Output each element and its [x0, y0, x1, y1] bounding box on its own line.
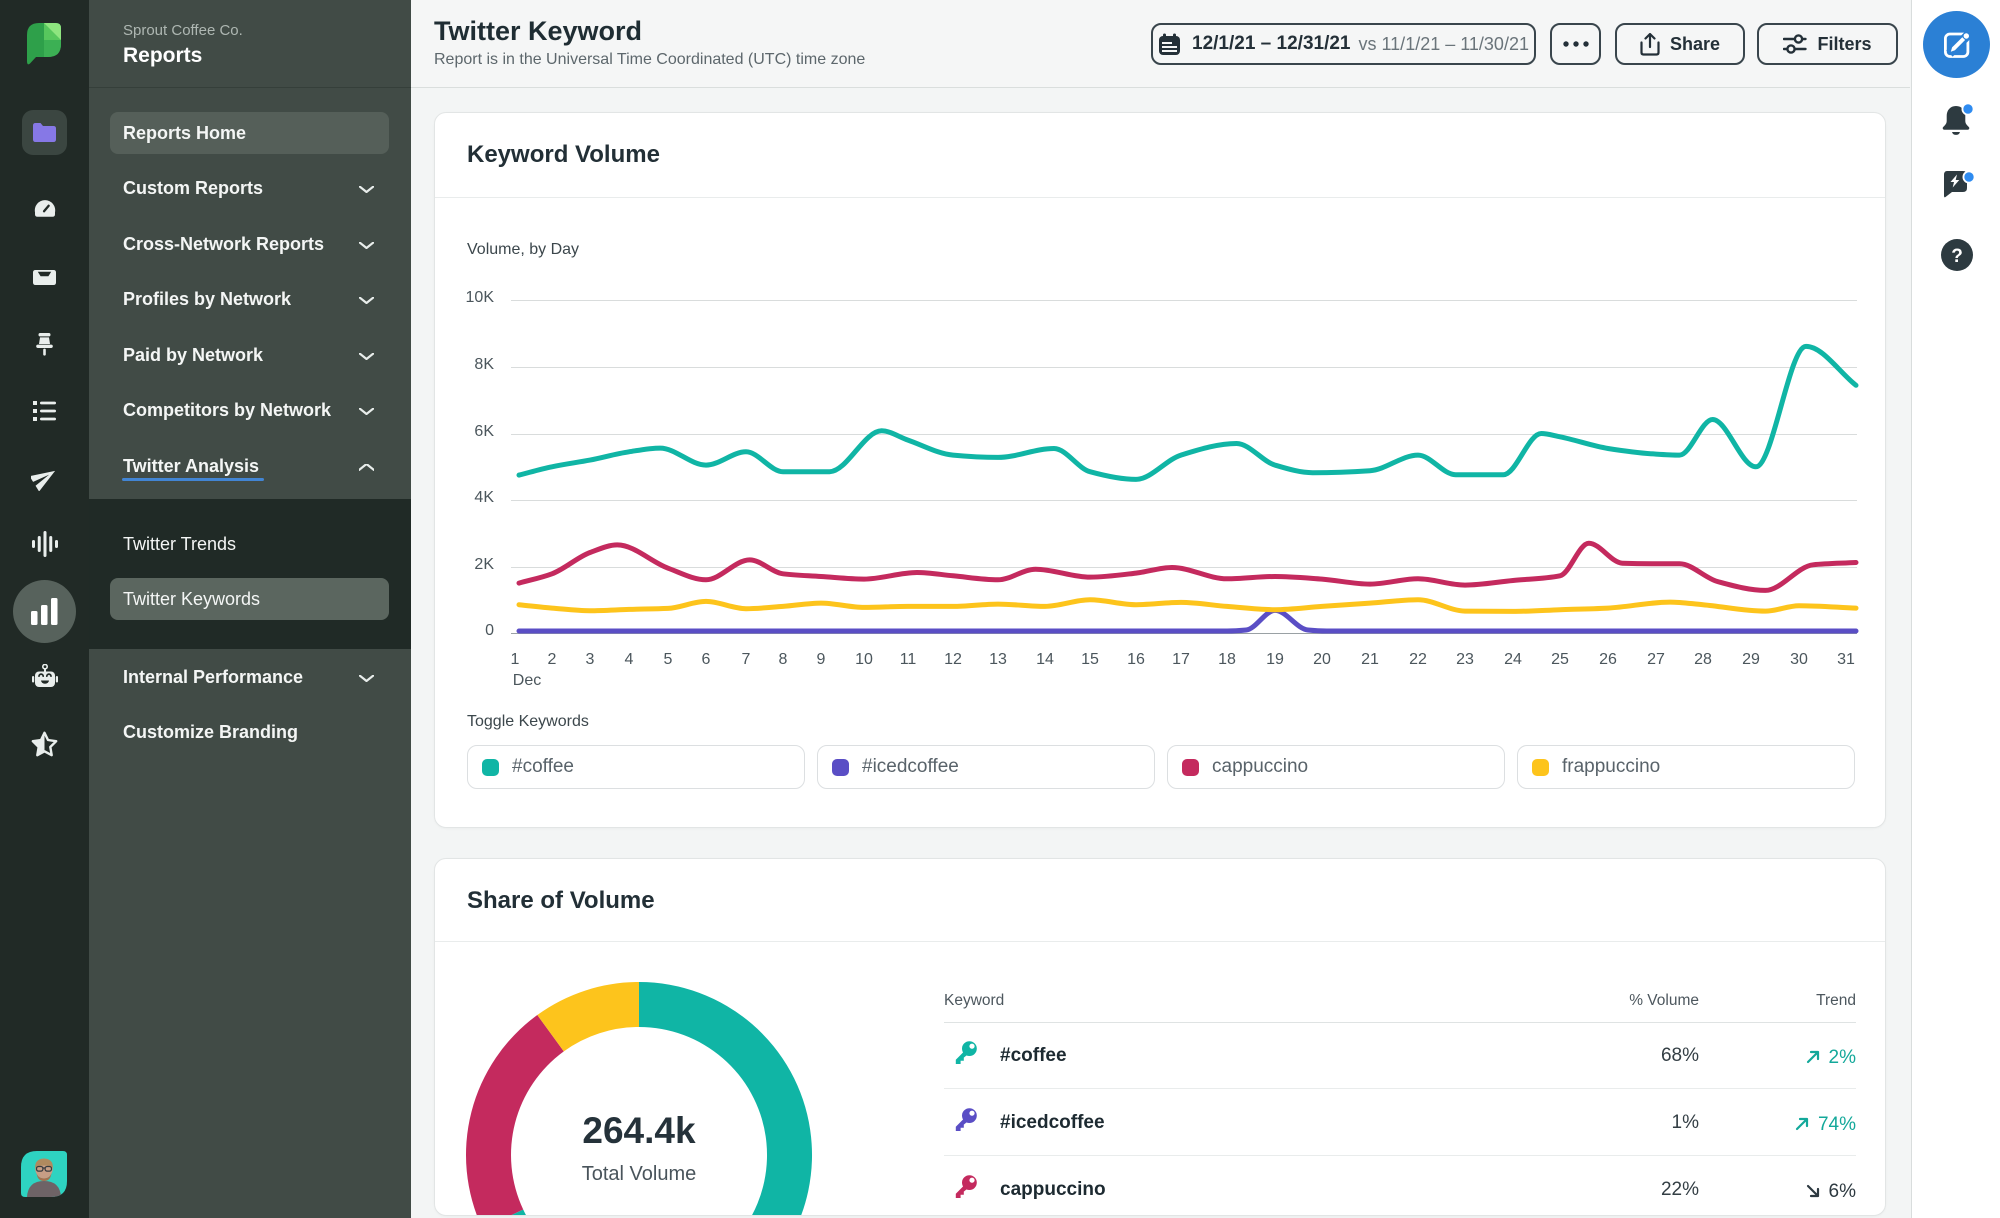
- svg-text:?: ?: [1951, 246, 1963, 267]
